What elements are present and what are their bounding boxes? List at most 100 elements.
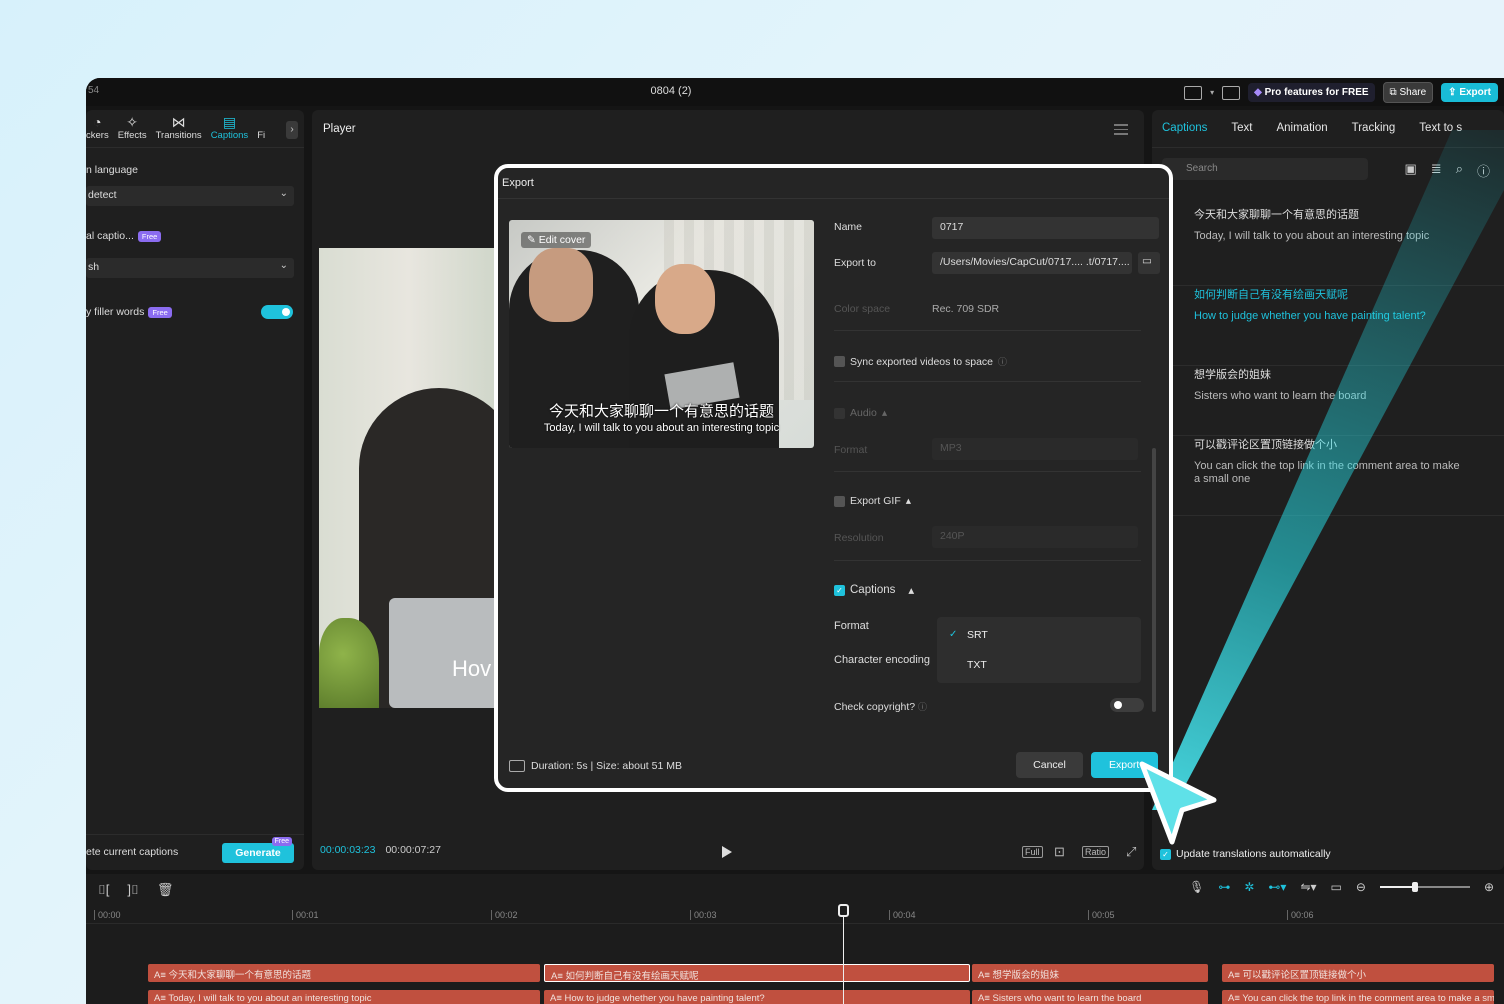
- check-icon: ✓: [1160, 848, 1171, 860]
- caption-clip-selected[interactable]: A≡ 如何判断自己有没有绘画天赋呢: [544, 964, 970, 982]
- fullscreen-icon[interactable]: ⤢: [1124, 844, 1138, 860]
- clip-label: How to judge whether you have painting t…: [564, 993, 765, 1004]
- export-path-input[interactable]: /Users/Movies/CapCut/0717.... .t/0717...…: [932, 252, 1132, 274]
- dialog-scrollbar[interactable]: [1152, 448, 1156, 712]
- format-option-srt[interactable]: SRT: [967, 629, 988, 641]
- shortcuts-icon[interactable]: [1222, 85, 1241, 100]
- export-dialog: Export ✎ Edit cover 今天和大家聊聊一个有意思的话题 Toda…: [494, 164, 1173, 792]
- tab-animation[interactable]: Animation: [1276, 122, 1327, 135]
- check-icon: ✓: [834, 584, 845, 596]
- zoom-slider[interactable]: [1379, 882, 1470, 892]
- checkbox-box: [834, 407, 845, 419]
- playhead[interactable]: [838, 904, 849, 1004]
- clip-label: 今天和大家聊聊一个有意思的话题: [168, 970, 312, 981]
- language-label: n language: [86, 164, 138, 176]
- menu-icon[interactable]: [1114, 124, 1128, 138]
- divider: [834, 330, 1141, 331]
- play-icon[interactable]: [722, 846, 732, 858]
- time-ruler[interactable]: 00:00 00:01 00:02 00:03 00:04 00:05 00:0…: [86, 908, 1504, 924]
- full-button[interactable]: Full: [1022, 846, 1043, 858]
- help-icon[interactable]: ⓘ: [918, 702, 927, 712]
- generate-bar: ete current captions Generate Free: [86, 834, 304, 870]
- tab-effects[interactable]: ✧ Effects: [118, 114, 147, 141]
- cover-thumbnail[interactable]: ✎ Edit cover 今天和大家聊聊一个有意思的话题 Today, I wi…: [509, 220, 814, 448]
- language-select[interactable]: detect ⌄: [86, 186, 294, 206]
- check-copyright-toggle[interactable]: [1110, 698, 1144, 712]
- filler-words-toggle[interactable]: [261, 305, 293, 319]
- split-right-icon[interactable]: ]⌷: [127, 882, 138, 898]
- caption-clip[interactable]: A≡ Sisters who want to learn the board: [972, 990, 1208, 1004]
- share-button[interactable]: ⧉ Share: [1382, 82, 1434, 103]
- format-option-txt[interactable]: TXT: [967, 659, 987, 671]
- delete-captions-label[interactable]: ete current captions: [86, 846, 178, 858]
- captions-icon: ▤: [222, 114, 237, 130]
- update-translations-label: Update translations automatically: [1176, 848, 1331, 860]
- playhead-handle[interactable]: [838, 904, 849, 917]
- timeline-tools: ⌷[ ]⌷ 🗑: [98, 882, 173, 898]
- help-icon[interactable]: ⓘ: [998, 355, 1007, 368]
- tab-label: Effects: [117, 130, 147, 141]
- layout-icon[interactable]: [1184, 85, 1203, 100]
- caption-zh: 想学版会的姐妹: [1194, 369, 1271, 381]
- export-gif-checkbox[interactable]: Export GIF ▴: [834, 495, 911, 507]
- export-to-label: Export to: [834, 257, 877, 269]
- current-time: 00:00:03:23: [320, 844, 376, 856]
- edit-cover-button[interactable]: ✎ Edit cover: [521, 232, 592, 248]
- pro-features-button[interactable]: ◆ Pro features for FREE: [1248, 83, 1375, 102]
- gif-resolution-select[interactable]: 240P: [932, 526, 1138, 548]
- preview-axis-icon[interactable]: ⇋▾: [1300, 880, 1316, 894]
- name-label: Name: [834, 221, 863, 233]
- caption-track-icon[interactable]: ▭: [1331, 880, 1342, 894]
- update-translations-checkbox[interactable]: ✓ Update translations automatically: [1160, 848, 1331, 860]
- tab-text[interactable]: Text: [1231, 122, 1252, 135]
- export-button[interactable]: ⇪ Export: [1441, 83, 1498, 102]
- generate-button[interactable]: Generate: [222, 843, 294, 863]
- video-caption-overlay[interactable]: Hov: [452, 656, 491, 682]
- folder-icon[interactable]: ▭: [1138, 252, 1160, 274]
- zoom-out-icon[interactable]: ⊖: [1356, 880, 1366, 894]
- tab-filters[interactable]: Fi: [257, 130, 265, 141]
- image-icon[interactable]: ▣: [1405, 161, 1417, 180]
- target-language-select[interactable]: sh ⌄: [86, 258, 294, 278]
- name-input[interactable]: 0717: [932, 217, 1159, 239]
- zoom-thumb[interactable]: [1411, 882, 1418, 892]
- snap-icon[interactable]: ⊷▾: [1268, 880, 1286, 894]
- video-preview[interactable]: Hov: [319, 248, 499, 708]
- dual-caption-label: al captio... Free: [86, 230, 162, 242]
- link-icon[interactable]: ⊶: [1218, 880, 1230, 894]
- split-left-icon[interactable]: ⌷[: [98, 882, 109, 898]
- tab-tracking[interactable]: Tracking: [1352, 122, 1396, 135]
- caption-clip[interactable]: A≡ 今天和大家聊聊一个有意思的话题: [148, 964, 540, 982]
- caption-clip[interactable]: A≡ You can click the top link in the com…: [1222, 990, 1494, 1004]
- audio-checkbox[interactable]: Audio ▴: [834, 407, 887, 419]
- zoom-fill: [1379, 886, 1416, 888]
- caption-clip[interactable]: A≡ 可以戳评论区置顶链接做个小: [1222, 964, 1494, 982]
- caption-clip[interactable]: A≡ How to judge whether you have paintin…: [544, 990, 970, 1004]
- chevron-up-icon: ▴: [905, 495, 912, 507]
- cover-caption-zh: 今天和大家聊聊一个有意思的话题: [548, 403, 774, 420]
- tab-stickers[interactable]: ◔ ckers: [86, 114, 109, 141]
- zoom-in-icon[interactable]: ⊕: [1484, 880, 1494, 894]
- caption-clip[interactable]: A≡ Today, I will talk to you about an in…: [148, 990, 540, 1004]
- caption-clip[interactable]: A≡ 想学版会的姐妹: [972, 964, 1208, 982]
- magnet-icon[interactable]: ✲: [1244, 880, 1254, 894]
- clip-label: 想学版会的姐妹: [992, 970, 1060, 981]
- ratio-button[interactable]: Ratio: [1082, 846, 1110, 858]
- right-panel: Captions Text Animation Tracking Text to…: [1152, 110, 1504, 870]
- cancel-button[interactable]: Cancel: [1016, 752, 1083, 778]
- sync-space-checkbox[interactable]: Sync exported videos to space ⓘ: [834, 355, 1007, 368]
- tab-captions[interactable]: Captions: [1162, 122, 1207, 135]
- tabs-more-button[interactable]: ›: [286, 121, 298, 139]
- tab-transitions[interactable]: ⋈ Transitions: [156, 114, 202, 141]
- free-badge: Free: [271, 837, 292, 846]
- caption-item-active[interactable]: 如何判断自己有没有绘画天赋呢 How to judge whether you …: [1152, 286, 1504, 366]
- microphone-icon[interactable]: 🎙: [1189, 880, 1204, 894]
- player-title: Player: [323, 123, 356, 135]
- captions-checkbox[interactable]: ✓ Captions ▴: [834, 583, 914, 597]
- delete-icon[interactable]: 🗑: [157, 882, 174, 898]
- audio-format-select[interactable]: MP3: [932, 438, 1138, 460]
- search-input[interactable]: Search: [1162, 158, 1368, 180]
- screenshot-icon[interactable]: ⊡: [1052, 844, 1067, 860]
- chevron-down-icon[interactable]: ▾: [1210, 88, 1214, 97]
- tab-captions[interactable]: ▤ Captions: [211, 114, 249, 141]
